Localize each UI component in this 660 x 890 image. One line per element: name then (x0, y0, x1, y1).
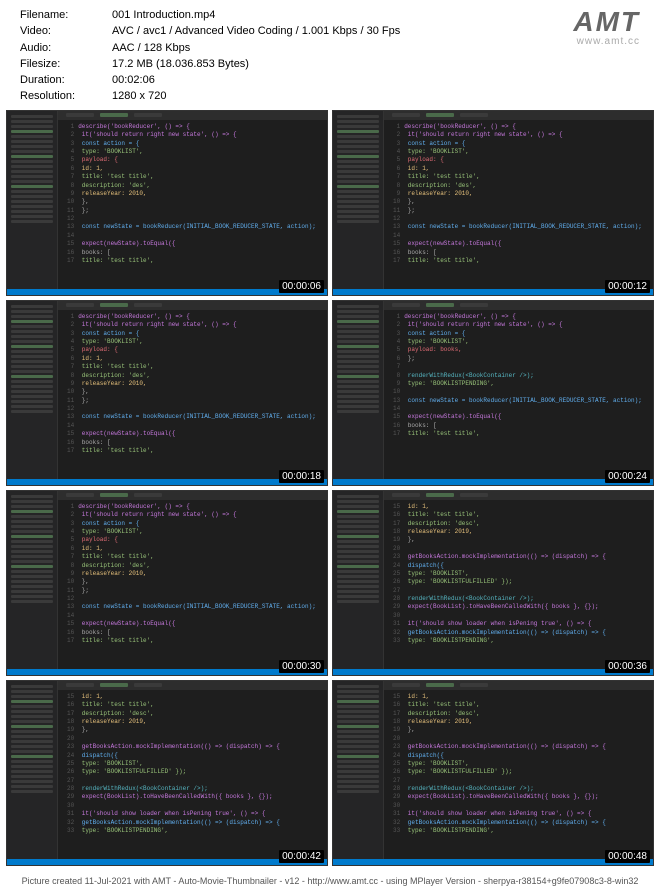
editor-tab (460, 113, 488, 117)
editor-sidebar (7, 301, 58, 485)
editor-sidebar (333, 491, 384, 675)
editor-tab (426, 303, 454, 307)
editor-tab (100, 683, 128, 687)
label-filesize: Filesize: (20, 57, 100, 71)
editor-sidebar (333, 301, 384, 485)
code-editor: 1describe('bookReducer', () => {2 it('sh… (384, 301, 653, 485)
editor-sidebar (7, 111, 58, 295)
thumbnail: 15 id: 1,16 title: 'test title',17 descr… (332, 490, 654, 676)
editor-tab (100, 113, 128, 117)
label-filename: Filename: (20, 8, 100, 22)
editor-tab (66, 113, 94, 117)
code-editor: 15 id: 1,16 title: 'test title',17 descr… (58, 681, 327, 865)
value-duration: 00:02:06 (112, 73, 400, 87)
editor-sidebar (333, 681, 384, 865)
editor-tab (134, 303, 162, 307)
code-editor: 1describe('bookReducer', () => {2 it('sh… (58, 111, 327, 295)
code-editor: 1describe('bookReducer', () => {2 it('sh… (58, 301, 327, 485)
editor-sidebar (7, 491, 58, 675)
value-filesize: 17.2 MB (18.036.853 Bytes) (112, 57, 400, 71)
tab-bar (58, 111, 327, 120)
value-audio: AAC / 128 Kbps (112, 41, 400, 55)
timestamp-badge: 00:00:24 (605, 470, 650, 483)
logo-text: AMT (573, 8, 640, 36)
value-filename: 001 Introduction.mp4 (112, 8, 400, 22)
editor-tab (392, 113, 420, 117)
editor-tab (426, 493, 454, 497)
editor-tab (134, 683, 162, 687)
timestamp-badge: 00:00:36 (605, 660, 650, 673)
thumbnail: 15 id: 1,16 title: 'test title',17 descr… (6, 680, 328, 866)
value-video: AVC / avc1 / Advanced Video Coding / 1.0… (112, 24, 400, 38)
code-editor: 1describe('bookReducer', () => {2 it('sh… (384, 111, 653, 295)
thumbnail: 1describe('bookReducer', () => {2 it('sh… (332, 300, 654, 486)
code-editor: 1describe('bookReducer', () => {2 it('sh… (58, 491, 327, 675)
thumbnail: 1describe('bookReducer', () => {2 it('sh… (332, 110, 654, 296)
footer-text: Picture created 11-Jul-2021 with AMT - A… (0, 874, 660, 888)
editor-tab (392, 493, 420, 497)
editor-tab (134, 493, 162, 497)
tab-bar (384, 301, 653, 310)
timestamp-badge: 00:00:48 (605, 850, 650, 863)
editor-tab (134, 113, 162, 117)
editor-tab (460, 493, 488, 497)
thumbnail: 1describe('bookReducer', () => {2 it('sh… (6, 490, 328, 676)
timestamp-badge: 00:00:06 (279, 280, 324, 293)
editor-tab (460, 303, 488, 307)
logo-url: www.amt.cc (573, 36, 640, 47)
editor-tab (66, 493, 94, 497)
code-editor: 15 id: 1,16 title: 'test title',17 descr… (384, 681, 653, 865)
editor-tab (426, 113, 454, 117)
editor-tab (426, 683, 454, 687)
thumbnail: 15 id: 1,16 title: 'test title',17 descr… (332, 680, 654, 866)
label-video: Video: (20, 24, 100, 38)
metadata-table: Filename: 001 Introduction.mp4 Video: AV… (20, 8, 400, 104)
tab-bar (384, 491, 653, 500)
thumbnail: 1describe('bookReducer', () => {2 it('sh… (6, 300, 328, 486)
tab-bar (58, 491, 327, 500)
tab-bar (384, 681, 653, 690)
tab-bar (58, 301, 327, 310)
code-editor: 15 id: 1,16 title: 'test title',17 descr… (384, 491, 653, 675)
label-duration: Duration: (20, 73, 100, 87)
header: Filename: 001 Introduction.mp4 Video: AV… (0, 0, 660, 110)
editor-tab (100, 493, 128, 497)
editor-tab (100, 303, 128, 307)
thumbnail: 1describe('bookReducer', () => {2 it('sh… (6, 110, 328, 296)
editor-tab (392, 683, 420, 687)
editor-tab (460, 683, 488, 687)
tab-bar (58, 681, 327, 690)
editor-tab (392, 303, 420, 307)
editor-tab (66, 683, 94, 687)
value-resolution: 1280 x 720 (112, 89, 400, 103)
timestamp-badge: 00:00:18 (279, 470, 324, 483)
thumbnail-grid: 1describe('bookReducer', () => {2 it('sh… (0, 110, 660, 866)
timestamp-badge: 00:00:30 (279, 660, 324, 673)
tab-bar (384, 111, 653, 120)
editor-sidebar (333, 111, 384, 295)
logo: AMT www.amt.cc (573, 8, 650, 47)
label-resolution: Resolution: (20, 89, 100, 103)
editor-sidebar (7, 681, 58, 865)
timestamp-badge: 00:00:12 (605, 280, 650, 293)
timestamp-badge: 00:00:42 (279, 850, 324, 863)
editor-tab (66, 303, 94, 307)
label-audio: Audio: (20, 41, 100, 55)
